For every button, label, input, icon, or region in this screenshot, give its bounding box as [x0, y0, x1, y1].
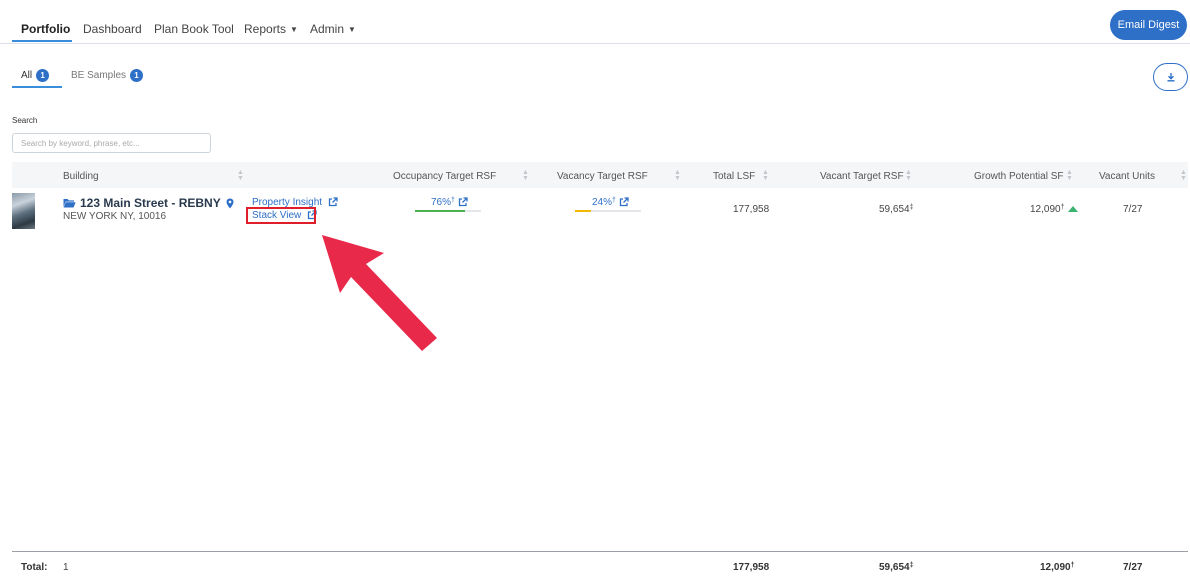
- vacancy-percent: 24%: [592, 197, 613, 208]
- download-button[interactable]: [1153, 63, 1188, 91]
- caret-down-icon: ▼: [348, 25, 356, 35]
- occupancy-percent-link[interactable]: 76%†: [431, 197, 468, 208]
- header-growth-potential-sf[interactable]: Growth Potential SF: [974, 171, 1063, 182]
- sort-icon[interactable]: ▲ ▼: [905, 169, 912, 182]
- info-marker: ‡: [909, 204, 914, 211]
- footer-growth-potential-cell: 12,090†: [1040, 562, 1075, 573]
- occupancy-progress-fill: [415, 210, 466, 212]
- nav-reports-label: Reports: [244, 22, 287, 36]
- count-badge: 1: [130, 69, 144, 82]
- tab-all-label: All: [21, 70, 33, 81]
- tab-be-samples-label: BE Samples: [71, 70, 127, 81]
- sort-icon[interactable]: ▲ ▼: [1066, 169, 1073, 182]
- vacancy-progress-fill: [575, 210, 591, 212]
- building-thumbnail[interactable]: [12, 193, 35, 229]
- info-marker: †: [612, 197, 616, 204]
- nav-reports[interactable]: Reports ▼: [244, 22, 298, 36]
- search-label: Search: [12, 116, 38, 125]
- sort-icon[interactable]: ▲ ▼: [762, 169, 769, 182]
- footer-divider: [12, 551, 1188, 552]
- building-name-link[interactable]: 123 Main Street - REBNY: [63, 196, 234, 210]
- nav-admin-label: Admin: [310, 22, 345, 36]
- annotation-arrow-icon: [322, 235, 437, 351]
- header-building[interactable]: Building: [63, 171, 99, 182]
- occupancy-progress-bar: [415, 210, 481, 212]
- header-vacancy-target-rsf[interactable]: Vacancy Target RSF: [557, 171, 648, 182]
- tab-all[interactable]: All 1: [21, 69, 50, 82]
- header-total-lsf[interactable]: Total LSF: [713, 171, 755, 182]
- vacant-target-rsf-value: 59,654: [879, 204, 910, 215]
- sort-icon[interactable]: ▲ ▼: [674, 169, 681, 182]
- growth-potential-cell: 12,090†: [1030, 204, 1078, 215]
- vacancy-percent-link[interactable]: 24%†: [592, 197, 629, 208]
- vacant-target-rsf-cell: 59,654‡: [879, 204, 914, 215]
- email-digest-button[interactable]: Email Digest: [1110, 10, 1187, 40]
- external-link-icon: [328, 197, 338, 207]
- info-marker: †: [451, 197, 455, 204]
- footer-total-lsf: 177,958: [733, 562, 770, 573]
- occupancy-percent: 76%: [431, 197, 452, 208]
- trend-up-icon: [1067, 206, 1078, 213]
- footer-vacant-target-rsf: 59,654: [879, 562, 910, 573]
- top-navigation: Portfolio Dashboard Plan Book Tool Repor…: [0, 0, 1190, 44]
- external-link-icon: [619, 197, 629, 207]
- nav-plan-book-tool[interactable]: Plan Book Tool: [154, 22, 234, 36]
- info-marker: †: [1060, 204, 1065, 211]
- folder-icon: [63, 199, 76, 208]
- nav-portfolio[interactable]: Portfolio: [21, 22, 70, 36]
- tab-active-indicator: [12, 86, 62, 88]
- footer-total-count: 1: [63, 562, 69, 573]
- info-marker: ‡: [909, 562, 914, 569]
- vacant-units-value: 7/27: [1123, 204, 1143, 215]
- tab-be-samples[interactable]: BE Samples 1: [71, 69, 144, 82]
- map-pin-icon[interactable]: [226, 198, 234, 209]
- download-icon: [1167, 73, 1174, 82]
- footer-growth-potential: 12,090: [1040, 562, 1071, 573]
- count-badge: 1: [36, 69, 50, 82]
- nav-admin[interactable]: Admin ▼: [310, 22, 356, 36]
- building-address: NEW YORK NY, 10016: [63, 211, 167, 222]
- footer-total-label: Total:: [21, 562, 48, 573]
- sort-icon[interactable]: ▲ ▼: [237, 169, 244, 182]
- footer-vacant-units: 7/27: [1123, 562, 1143, 573]
- header-vacant-target-rsf[interactable]: Vacant Target RSF: [820, 171, 904, 182]
- info-marker: †: [1070, 562, 1075, 569]
- nav-active-indicator: [12, 40, 72, 42]
- header-vacant-units[interactable]: Vacant Units: [1099, 171, 1155, 182]
- header-occupancy-target-rsf[interactable]: Occupancy Target RSF: [393, 171, 496, 182]
- total-lsf-value: 177,958: [733, 204, 770, 215]
- sort-icon[interactable]: ▲ ▼: [522, 169, 529, 182]
- building-name: 123 Main Street - REBNY: [80, 196, 221, 210]
- sort-icon[interactable]: ▲ ▼: [1180, 169, 1187, 182]
- external-link-icon: [458, 197, 468, 207]
- caret-down-icon: ▼: [290, 25, 298, 35]
- vacancy-progress-bar: [575, 210, 641, 212]
- stack-view-highlight: [246, 207, 316, 224]
- nav-dashboard[interactable]: Dashboard: [83, 22, 142, 36]
- footer-vacant-target-rsf-cell: 59,654‡: [879, 562, 914, 573]
- growth-potential-value: 12,090: [1030, 204, 1061, 215]
- search-input[interactable]: [12, 133, 211, 153]
